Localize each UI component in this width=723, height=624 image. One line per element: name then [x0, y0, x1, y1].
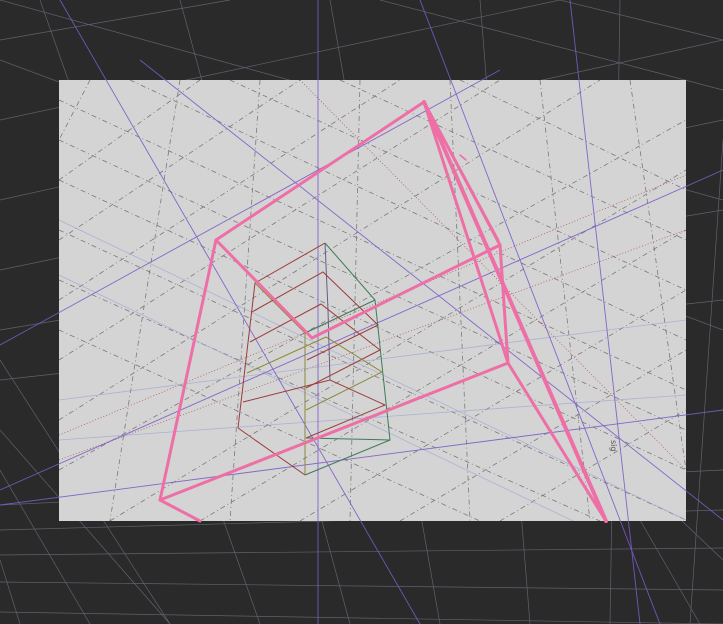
sheet-corner-label: sig	[609, 440, 618, 452]
3d-viewport[interactable]: sig	[0, 0, 723, 624]
scene-svg	[0, 0, 723, 624]
